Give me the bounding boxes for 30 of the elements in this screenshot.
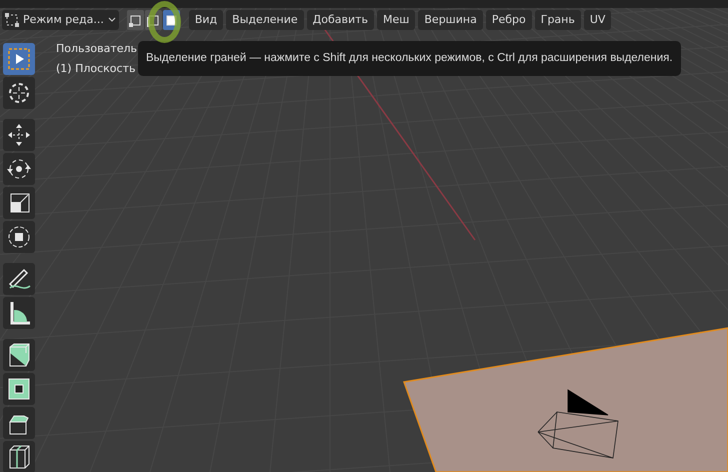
rotate-tool-button[interactable] bbox=[3, 153, 35, 185]
menu-item[interactable]: Меш bbox=[377, 10, 416, 30]
loopcut-tool-button[interactable] bbox=[3, 441, 35, 472]
menu-item[interactable]: UV bbox=[584, 10, 612, 30]
menu-item[interactable]: Вид bbox=[188, 10, 224, 30]
vertex-select-button[interactable] bbox=[126, 10, 144, 30]
menu-item[interactable]: Добавить bbox=[306, 10, 374, 30]
extrude-tool-button[interactable] bbox=[3, 339, 35, 371]
menu-item[interactable]: Вершина bbox=[418, 10, 483, 30]
menu-item[interactable]: Ребро bbox=[486, 10, 532, 30]
scale-tool-button[interactable] bbox=[3, 187, 35, 219]
menu-item[interactable]: Грань bbox=[534, 10, 581, 30]
tooltip: Выделение граней — нажмите с Shift для нескольких режимов, с Ctrl для расширения выделения. bbox=[138, 41, 681, 76]
menu-item[interactable]: Выделение bbox=[226, 10, 304, 30]
mode-dropdown[interactable]: Режим реда... bbox=[2, 10, 119, 30]
view-name: Пользователь bbox=[56, 41, 138, 57]
inset-tool-button[interactable] bbox=[3, 373, 35, 405]
edge-mode-icon bbox=[146, 13, 160, 27]
chevron-icon bbox=[108, 17, 116, 23]
move-tool-button[interactable] bbox=[3, 119, 35, 151]
editmode-icon bbox=[5, 13, 19, 27]
cursor-tool-button[interactable] bbox=[3, 77, 35, 109]
bevel-tool-button[interactable] bbox=[3, 407, 35, 439]
measure-tool-button[interactable] bbox=[3, 297, 35, 329]
select-tool-button[interactable] bbox=[3, 43, 35, 75]
annotation-circle bbox=[148, 1, 181, 43]
annotate-tool-button[interactable] bbox=[3, 263, 35, 295]
vertex-mode-icon bbox=[128, 13, 142, 27]
object-name: (1) Плоскость bbox=[56, 60, 136, 76]
transform-tool-button[interactable] bbox=[3, 221, 35, 253]
